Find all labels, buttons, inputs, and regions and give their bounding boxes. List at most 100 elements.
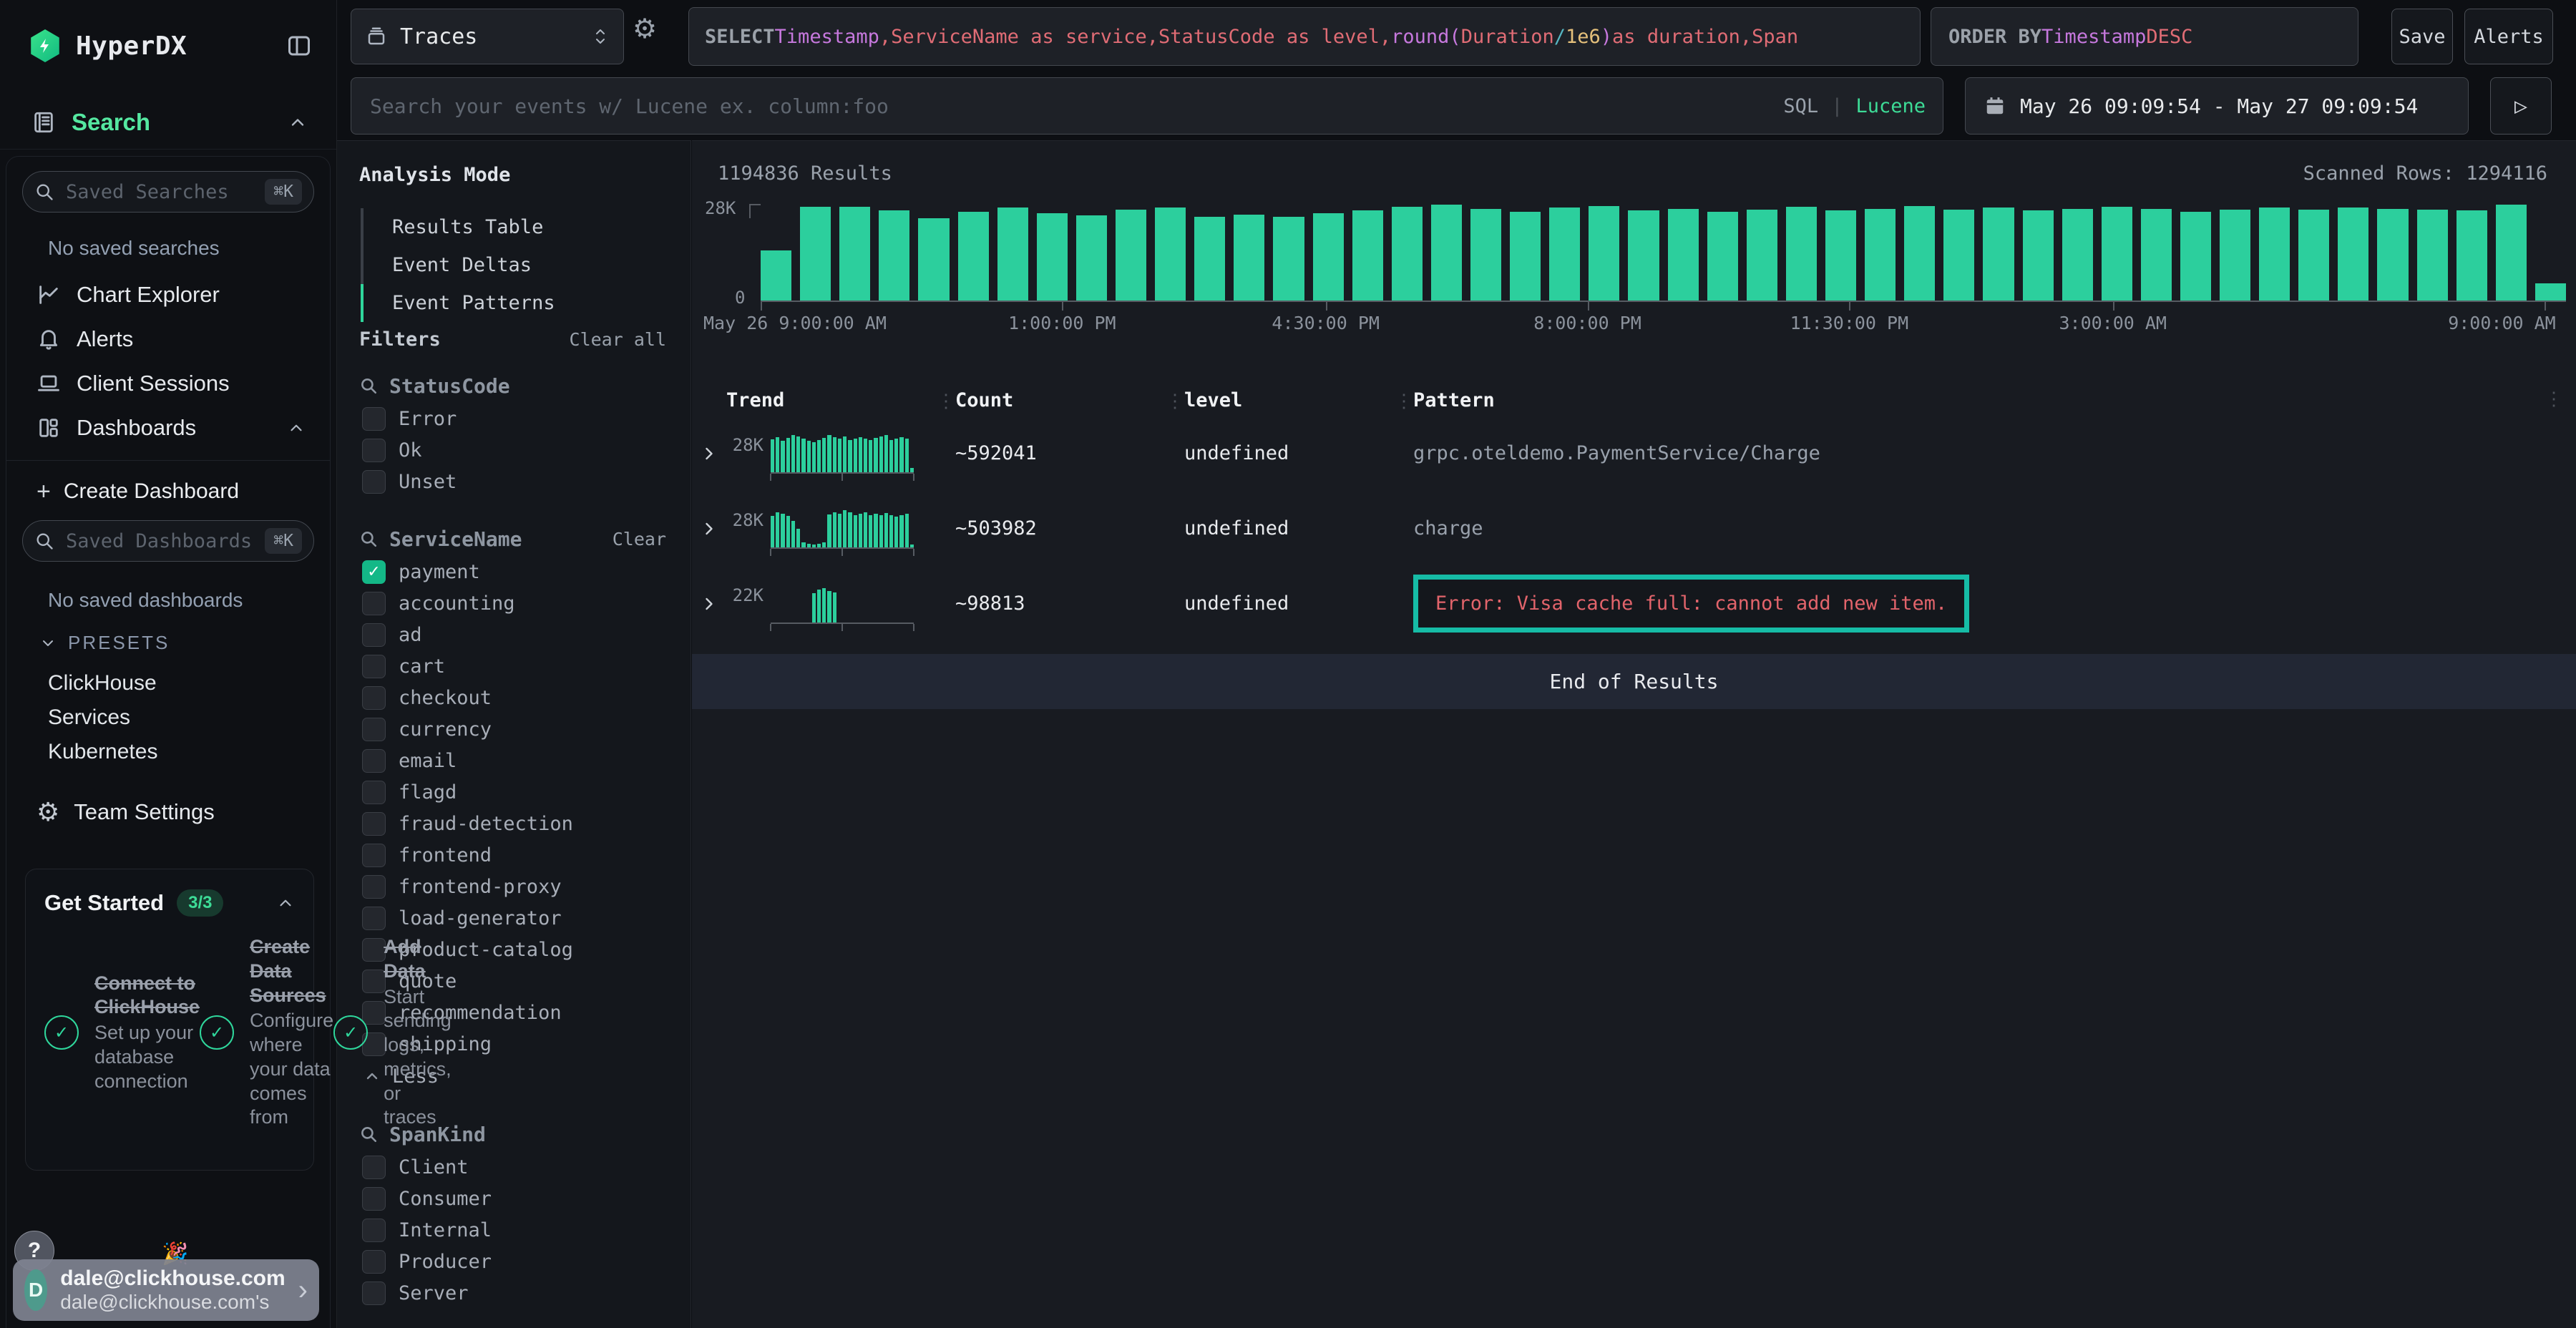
preset-services[interactable]: Services (48, 700, 316, 735)
expand-row-chevron-icon[interactable] (698, 594, 726, 614)
filter-option-load-generator[interactable]: load-generator (359, 902, 666, 934)
filter-option-client[interactable]: Client (359, 1151, 666, 1183)
get-started-task[interactable]: ✓Connect to ClickHouseSet up your databa… (44, 935, 200, 1130)
checkbox[interactable]: ✓ (362, 560, 386, 584)
filter-option-frontend[interactable]: frontend (359, 839, 666, 871)
checkbox[interactable] (362, 718, 386, 741)
filter-option-fraud-detection[interactable]: fraud-detection (359, 808, 666, 839)
sidebar-collapse-icon[interactable] (286, 33, 312, 59)
filter-option-error[interactable]: Error (359, 403, 666, 434)
filter-option-consumer[interactable]: Consumer (359, 1183, 666, 1214)
histogram-bar (1194, 217, 1225, 301)
checkbox[interactable] (362, 1156, 386, 1179)
get-started-task[interactable]: ✓Create Data SourcesConfigure where your… (200, 935, 333, 1130)
results-histogram[interactable]: 28K 0 May 26 9:00:00 AM1:00:00 PM4:30:00… (761, 204, 2566, 302)
source-settings-gear-icon[interactable]: ⚙ (633, 16, 657, 43)
checkbox[interactable] (362, 439, 386, 462)
table-row[interactable]: 28K~592041undefinedgrpc.oteldemo.Payment… (698, 416, 2570, 491)
saved-searches-input[interactable] (64, 180, 255, 204)
save-button[interactable]: Save (2391, 9, 2453, 64)
filters-title: Filters (359, 328, 441, 351)
sidebar-item-client-sessions[interactable]: Client Sessions (24, 361, 313, 406)
sidebar-item-team-settings[interactable]: ⚙ Team Settings (36, 799, 215, 825)
saved-searches-search[interactable]: ⌘K (22, 171, 314, 213)
checkbox[interactable] (362, 844, 386, 867)
run-query-button[interactable]: ▷ (2490, 77, 2552, 135)
preset-clickhouse[interactable]: ClickHouse (48, 666, 316, 700)
filter-option-server[interactable]: Server (359, 1277, 666, 1309)
clear-all-link[interactable]: Clear all (570, 329, 666, 350)
filter-option-internal[interactable]: Internal (359, 1214, 666, 1246)
checkbox[interactable] (362, 623, 386, 647)
sidebar-item-dashboards[interactable]: Dashboards (24, 406, 313, 450)
column-grip-icon[interactable]: ⋮ (1166, 391, 1184, 412)
checkbox[interactable] (362, 407, 386, 431)
saved-dashboards-search[interactable]: ⌘K (22, 520, 314, 562)
sidebar-item-alerts[interactable]: Alerts (24, 317, 313, 361)
filter-option-currency[interactable]: currency (359, 713, 666, 745)
create-dashboard-button[interactable]: + Create Dashboard (36, 472, 239, 512)
filter-option-flagd[interactable]: flagd (359, 776, 666, 808)
sidebar-item-search[interactable]: Search (31, 104, 308, 140)
checkbox[interactable] (362, 470, 386, 494)
chevron-up-icon[interactable] (288, 112, 308, 132)
checkbox[interactable] (362, 686, 386, 710)
event-search-box[interactable]: SQL | Lucene (351, 77, 1943, 135)
checkbox[interactable] (362, 1281, 386, 1305)
language-toggle[interactable]: SQL | Lucene (1783, 95, 1926, 117)
source-select[interactable]: Traces (351, 9, 624, 64)
language-sql[interactable]: SQL (1783, 95, 1818, 117)
checkbox[interactable] (362, 1250, 386, 1274)
checkbox[interactable] (362, 1219, 386, 1242)
saved-dashboards-input[interactable] (64, 529, 255, 553)
get-started-task[interactable]: ✓Add DataStart sending logs, metrics, or… (333, 935, 452, 1130)
alerts-button[interactable]: Alerts (2464, 9, 2553, 64)
column-grip-icon[interactable]: ⋮ (937, 391, 955, 412)
checkbox[interactable] (362, 655, 386, 678)
analysis-mode-event-deltas[interactable]: Event Deltas (392, 246, 555, 284)
clear-group-link[interactable]: Clear (613, 529, 666, 550)
language-lucene[interactable]: Lucene (1855, 95, 1926, 117)
sql-select-input[interactable]: SELECT Timestamp, ServiceName as service… (688, 7, 1921, 66)
checkbox[interactable] (362, 749, 386, 773)
get-started-header[interactable]: Get Started 3/3 (44, 889, 295, 917)
expand-row-chevron-icon[interactable] (698, 444, 726, 464)
column-header-count[interactable]: Count⋮ (955, 389, 1184, 411)
column-header-level[interactable]: level⋮ (1184, 389, 1413, 411)
filter-option-cart[interactable]: cart (359, 650, 666, 682)
filter-option-unset[interactable]: Unset (359, 466, 666, 497)
analysis-mode-event-patterns[interactable]: Event Patterns (392, 284, 555, 322)
checkbox[interactable] (362, 1187, 386, 1211)
expand-row-chevron-icon[interactable] (698, 519, 726, 539)
column-grip-icon[interactable]: ⋮ (1395, 391, 1413, 412)
date-range-picker[interactable]: May 26 09:09:54 - May 27 09:09:54 (1965, 77, 2469, 135)
chevron-up-icon[interactable] (276, 894, 295, 912)
event-search-input[interactable] (369, 94, 1783, 119)
sidebar-item-chart-explorer[interactable]: Chart Explorer (24, 273, 313, 317)
filter-option-email[interactable]: email (359, 745, 666, 776)
checkbox[interactable] (362, 781, 386, 804)
checkbox[interactable] (362, 812, 386, 836)
presets-toggle[interactable]: PRESETS (39, 632, 170, 654)
table-row[interactable]: 28K~503982undefinedcharge (698, 491, 2570, 566)
column-header-pattern[interactable]: Pattern⋮ (1413, 389, 2570, 411)
order-by-input[interactable]: ORDER BY Timestamp DESC (1931, 7, 2358, 66)
error-pattern-highlight[interactable]: Error: Visa cache full: cannot add new i… (1413, 575, 1969, 633)
checkbox[interactable] (362, 592, 386, 615)
column-header-trend[interactable]: Trend (726, 389, 955, 411)
filter-option-producer[interactable]: Producer (359, 1246, 666, 1277)
filter-option-frontend-proxy[interactable]: frontend-proxy (359, 871, 666, 902)
table-row[interactable]: 22K~98813undefinedError: Visa cache full… (698, 566, 2570, 641)
preset-kubernetes[interactable]: Kubernetes (48, 735, 316, 769)
user-menu[interactable]: D dale@clickhouse.com dale@clickhouse.co… (13, 1259, 319, 1321)
checkbox[interactable] (362, 907, 386, 930)
filter-option-ok[interactable]: Ok (359, 434, 666, 466)
column-grip-icon[interactable]: ⋮ (2545, 389, 2563, 410)
checkbox[interactable] (362, 875, 386, 899)
analysis-mode-results-table[interactable]: Results Table (392, 208, 555, 246)
filter-option-ad[interactable]: ad (359, 619, 666, 650)
filter-option-checkout[interactable]: checkout (359, 682, 666, 713)
chevron-up-icon[interactable] (287, 419, 306, 437)
filter-option-payment[interactable]: ✓payment (359, 556, 666, 587)
filter-option-accounting[interactable]: accounting (359, 587, 666, 619)
